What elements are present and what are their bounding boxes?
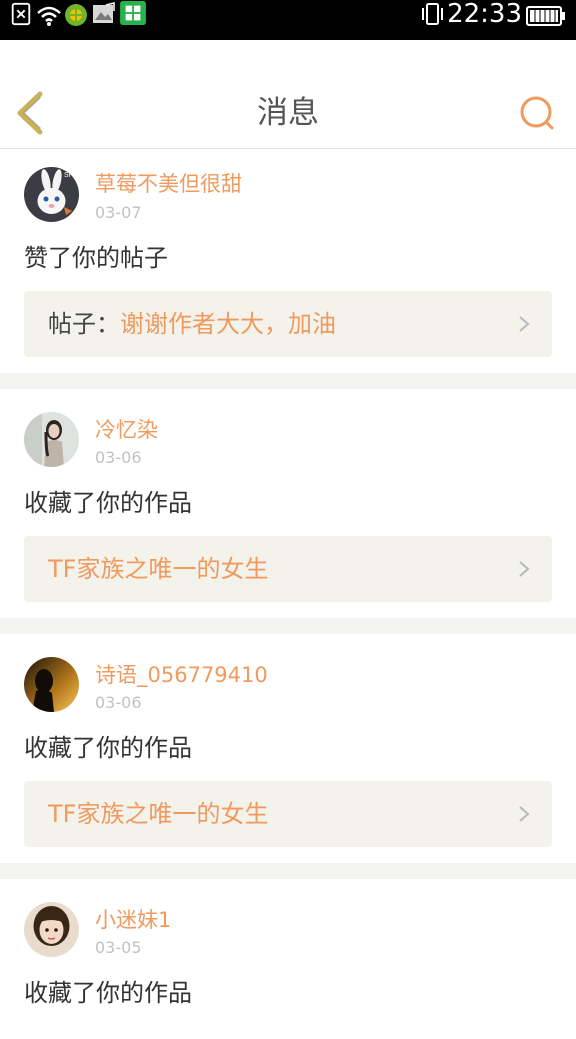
search-icon[interactable]	[518, 94, 558, 134]
notification-date: 03-06	[95, 448, 142, 467]
wifi-icon	[37, 6, 61, 26]
action-text: 收藏了你的作品	[24, 489, 192, 517]
post-title: 谢谢作者大大，加油	[120, 310, 336, 338]
post-label: 帖子：谢谢作者大大，加油	[48, 291, 336, 357]
chevron-right-icon	[519, 561, 530, 577]
image-notification-icon	[93, 2, 115, 23]
post-title: TF家族之唯一的女生	[48, 555, 269, 583]
notification-item: 冷忆染 03-06 收藏了你的作品 TF家族之唯一的女生	[0, 389, 576, 618]
notification-item: 诗语_056779410 03-06 收藏了你的作品 TF家族之唯一的女生	[0, 634, 576, 863]
header: 消息	[0, 40, 576, 149]
section-divider	[0, 618, 576, 634]
notification-list: SH 草莓不美但很甜 03-07 赞了你的帖子 帖子：谢谢作者大大，加油 冷忆染	[0, 149, 576, 1039]
post-prefix: 帖子：	[48, 310, 120, 338]
app-notification-icon	[65, 4, 87, 26]
action-text: 收藏了你的作品	[24, 734, 192, 762]
chevron-right-icon	[519, 806, 530, 822]
notification-item: SH 草莓不美但很甜 03-07 赞了你的帖子 帖子：谢谢作者大大，加油	[0, 149, 576, 373]
app-grid-notification-icon	[120, 1, 146, 25]
post-link[interactable]: TF家族之唯一的女生	[24, 781, 552, 847]
action-text: 收藏了你的作品	[24, 979, 192, 1007]
battery-icon	[526, 6, 565, 26]
section-divider	[0, 863, 576, 879]
post-link[interactable]: 帖子：谢谢作者大大，加油	[24, 291, 552, 357]
rabbit-avatar[interactable]: SH	[24, 167, 79, 222]
chevron-right-icon	[519, 316, 530, 332]
girl-portrait-avatar[interactable]	[24, 902, 79, 957]
action-text: 赞了你的帖子	[24, 244, 168, 272]
notification-item: 小迷妹1 03-05 收藏了你的作品	[0, 879, 576, 1039]
notification-date: 03-07	[95, 203, 142, 222]
notification-date: 03-06	[95, 693, 142, 712]
sunset-silhouette-avatar[interactable]	[24, 657, 79, 712]
vibrate-icon	[422, 3, 443, 25]
post-link[interactable]: TF家族之唯一的女生	[24, 536, 552, 602]
status-bar: 22:33	[0, 0, 576, 40]
sim-error-icon	[11, 2, 31, 26]
username[interactable]: 草莓不美但很甜	[95, 171, 242, 197]
page-title: 消息	[257, 95, 319, 131]
username[interactable]: 小迷妹1	[95, 907, 171, 933]
section-divider	[0, 373, 576, 389]
notification-date: 03-05	[95, 938, 142, 957]
status-time: 22:33	[447, 0, 522, 29]
post-title: TF家族之唯一的女生	[48, 800, 269, 828]
girl-photo-avatar[interactable]	[24, 412, 79, 467]
username[interactable]: 诗语_056779410	[95, 662, 268, 688]
svg-text:SH: SH	[64, 172, 74, 179]
username[interactable]: 冷忆染	[95, 417, 158, 443]
